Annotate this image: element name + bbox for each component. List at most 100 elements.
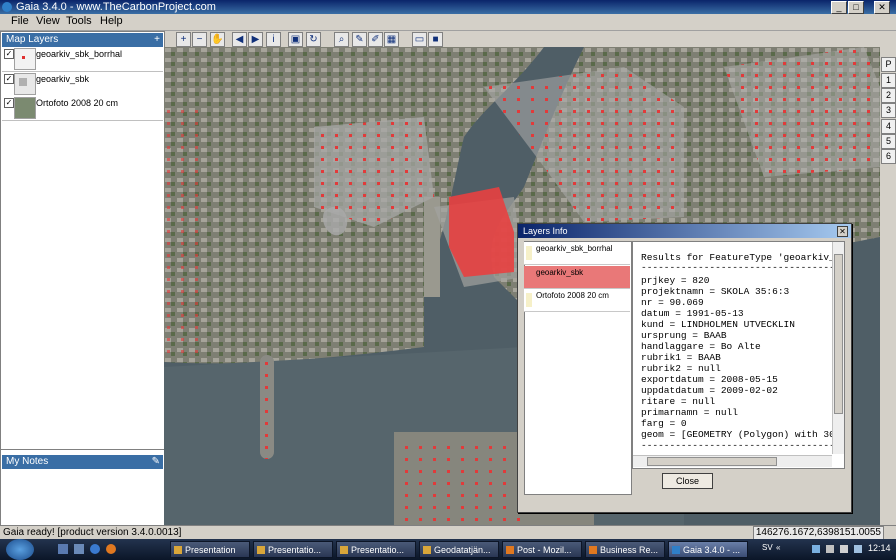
layer-label: Ortofoto 2008 20 cm (36, 98, 119, 108)
zoom-out-icon[interactable]: − (192, 32, 207, 47)
taskbar-button-label: Geodatatjän... (434, 545, 491, 555)
map-layers-header: Map Layers + (2, 33, 163, 47)
layer-thumbnail (14, 73, 36, 95)
layer-label: geoarkiv_sbk (36, 74, 90, 84)
layer-checkbox[interactable]: ✓ (4, 49, 14, 59)
menu-file[interactable]: File (8, 15, 32, 27)
refresh-icon[interactable]: ↻ (306, 32, 321, 47)
scale-button-3[interactable]: 3 (881, 103, 896, 118)
results-text-area[interactable]: Results for FeatureType 'geoarkiv_s ----… (632, 241, 845, 469)
taskbar-button-active[interactable]: Gaia 3.4.0 - ... (668, 541, 748, 558)
scale-button-2[interactable]: 2 (881, 88, 896, 103)
back-icon[interactable]: ◀ (232, 32, 247, 47)
table-icon[interactable]: ▦ (384, 32, 399, 47)
forward-icon[interactable]: ▶ (248, 32, 263, 47)
coordinate-readout: 146276.1672,6398151.0055 (752, 526, 884, 540)
layer-row[interactable]: ✓ geoarkiv_sbk_borrhal (2, 47, 163, 72)
pan-icon[interactable]: ✋ (210, 32, 225, 47)
quicklaunch-icon[interactable] (74, 544, 84, 554)
scale-button-6[interactable]: 6 (881, 149, 896, 164)
zoom-in-icon[interactable]: + (176, 32, 191, 47)
scrollbar-thumb[interactable] (647, 457, 777, 466)
menu-view[interactable]: View (33, 15, 63, 27)
map-layers-title: Map Layers (6, 34, 59, 45)
add-layer-icon[interactable]: + (154, 33, 160, 47)
window-title: Gaia 3.4.0 - www.TheCarbonProject.com (16, 1, 216, 13)
results-line: kund = LINDHOLMEN UTVECKLIN (641, 319, 795, 330)
results-line: projektnamn = SKOLA 35:6:3 (641, 286, 790, 297)
left-panel: Map Layers + ✓ geoarkiv_sbk_borrhal ✓ ge… (0, 31, 165, 527)
menu-tools[interactable]: Tools (63, 15, 95, 27)
status-message: Gaia ready! [product version 3.4.0.0013] (3, 527, 182, 538)
save-icon[interactable]: ■ (428, 32, 443, 47)
my-notes-header: My Notes ✎ (2, 455, 163, 469)
my-notes-title: My Notes (6, 456, 49, 467)
dialog-close-icon[interactable]: ✕ (837, 226, 848, 237)
dialog-layer-label: geoarkiv_sbk_borrhal (536, 244, 613, 253)
layer-checkbox[interactable]: ✓ (4, 98, 14, 108)
layers-info-dialog: Layers Info ✕ geoarkiv_sbk_borrhal geoar… (517, 223, 852, 513)
title-bar: Gaia 3.4.0 - www.TheCarbonProject.com _ … (0, 0, 896, 14)
scale-button-4[interactable]: 4 (881, 119, 896, 134)
minimize-button[interactable]: _ (831, 1, 847, 14)
taskbar-button-label: Gaia 3.4.0 - ... (683, 545, 741, 555)
tray-icon[interactable] (840, 545, 848, 553)
layer-row[interactable]: ✓ Ortofoto 2008 20 cm (2, 96, 163, 121)
dialog-layer-item-selected[interactable]: geoarkiv_sbk (524, 266, 630, 289)
menu-bar: File View Tools Help (0, 14, 896, 31)
results-horizontal-scrollbar[interactable] (633, 455, 832, 467)
layer-label: geoarkiv_sbk_borrhal (36, 49, 123, 59)
language-indicator[interactable]: SV (762, 543, 773, 552)
taskbar-button[interactable]: Presentatio... (336, 541, 416, 558)
taskbar: Presentation Presentatio... Presentatio.… (0, 539, 896, 560)
clock[interactable]: 12:14 (868, 543, 891, 553)
taskbar-button-label: Presentatio... (351, 545, 405, 555)
zoom-extent-icon[interactable]: ▣ (288, 32, 303, 47)
tray-icon[interactable] (854, 545, 862, 553)
toolbar: + − ✋ ◀ ▶ i ▣ ↻ ⌕ ✎ ✐ ▦ ▭ ■ (166, 31, 448, 48)
select-icon[interactable]: ⌕ (334, 32, 349, 47)
quicklaunch-icon[interactable] (90, 544, 100, 554)
layer-thumbnail (14, 48, 36, 70)
taskbar-button-label: Presentatio... (268, 545, 322, 555)
results-line: farg = 0 (641, 418, 687, 429)
app-icon (2, 2, 12, 12)
tray-icon[interactable] (826, 545, 834, 553)
draw-icon[interactable]: ✐ (368, 32, 383, 47)
quicklaunch-icon[interactable] (106, 544, 116, 554)
scale-button-5[interactable]: 5 (881, 134, 896, 149)
chevron-icon[interactable]: « (776, 543, 780, 552)
results-line: ritare = null (641, 396, 716, 407)
taskbar-button[interactable]: Geodatatjän... (419, 541, 499, 558)
scale-button-p[interactable]: P (881, 57, 896, 72)
add-note-icon[interactable]: ✎ (152, 455, 160, 469)
dialog-layer-item[interactable]: Ortofoto 2008 20 cm (524, 289, 630, 312)
dialog-layer-item[interactable]: geoarkiv_sbk_borrhal (524, 242, 630, 265)
results-vertical-scrollbar[interactable] (832, 242, 844, 454)
tray-icon[interactable] (812, 545, 820, 553)
scale-panel: P 1 2 3 4 5 6 (880, 47, 896, 525)
close-button[interactable]: Close (662, 473, 713, 489)
status-bar: Gaia ready! [product version 3.4.0.0013]… (0, 525, 896, 540)
open-folder-icon[interactable]: ▭ (412, 32, 427, 47)
taskbar-button-label: Presentation (185, 545, 236, 555)
edit-icon[interactable]: ✎ (352, 32, 367, 47)
info-icon[interactable]: i (266, 32, 281, 47)
taskbar-button[interactable]: Presentation (170, 541, 250, 558)
taskbar-button[interactable]: Business Re... (585, 541, 665, 558)
taskbar-button[interactable]: Presentatio... (253, 541, 333, 558)
maximize-button[interactable]: □ (848, 1, 864, 14)
start-button[interactable] (6, 539, 34, 560)
scrollbar-thumb[interactable] (834, 254, 843, 414)
layer-checkbox[interactable]: ✓ (4, 74, 14, 84)
taskbar-button[interactable]: Post - Mozil... (502, 541, 582, 558)
results-line: uppdatdatum = 2009-02-02 (641, 385, 778, 396)
quicklaunch-icon[interactable] (58, 544, 68, 554)
results-line: ursprung = BAAB (641, 330, 727, 341)
menu-help[interactable]: Help (97, 15, 126, 27)
results-line: exportdatum = 2008-05-15 (641, 374, 778, 385)
layer-row[interactable]: ✓ geoarkiv_sbk (2, 72, 163, 97)
scale-button-1[interactable]: 1 (881, 73, 896, 88)
results-line: nr = 90.069 (641, 297, 704, 308)
close-window-button[interactable]: ✕ (874, 1, 890, 14)
